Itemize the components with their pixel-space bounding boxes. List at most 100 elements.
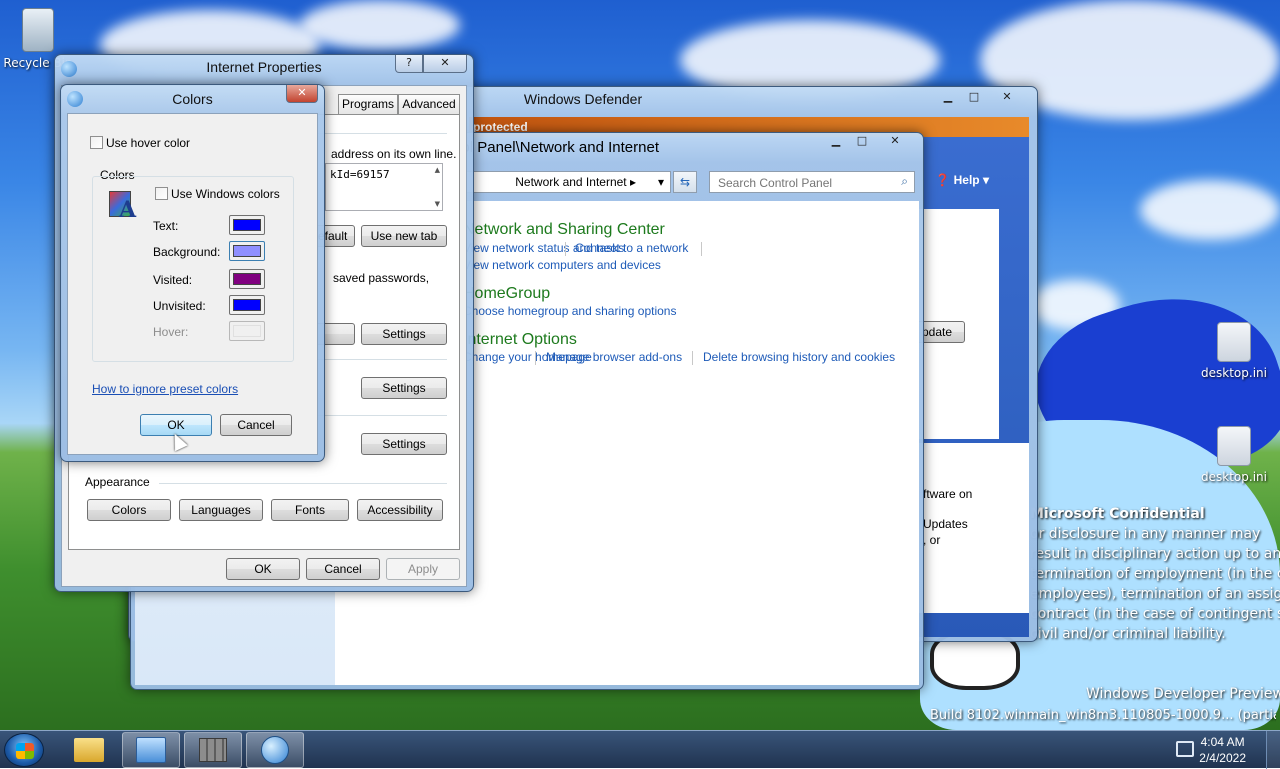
taskbar-internet-properties[interactable] — [246, 732, 304, 768]
scroll-down-icon[interactable]: ▼ — [435, 200, 440, 208]
breadcrumb-item[interactable]: Network and Internet — [515, 175, 626, 189]
build-line: Build 8102.winmain_win8m3.110805-1000.9.… — [930, 708, 1276, 723]
help-menu[interactable]: ❓ Help ▾ — [935, 173, 989, 187]
network-icon[interactable] — [1176, 741, 1194, 757]
unvisited-color-swatch[interactable] — [229, 295, 265, 315]
taskbar: 4:04 AM 2/4/2022 — [0, 730, 1280, 769]
search-settings-button[interactable]: Settings — [361, 377, 447, 399]
appearance-group-label: Appearance — [85, 475, 150, 489]
watermark-line: or disclosure in any manner may — [1030, 526, 1261, 542]
close-button[interactable]: ✕ — [875, 133, 915, 151]
taskbar-windows-defender[interactable] — [184, 732, 242, 768]
scroll-up-icon[interactable]: ▲ — [435, 166, 440, 174]
refresh-icon: ⇆ — [679, 175, 691, 189]
internet-options-heading[interactable]: Internet Options — [463, 331, 577, 349]
languages-button[interactable]: Languages — [179, 499, 263, 521]
help-button[interactable]: ? — [395, 55, 423, 73]
chevron-down-icon[interactable]: ▾ — [658, 175, 664, 189]
use-windows-colors-checkbox[interactable] — [155, 187, 168, 200]
search-box[interactable]: ⌕ — [709, 171, 915, 193]
search-input[interactable] — [716, 175, 886, 191]
manage-addons-link[interactable]: Manage browser add-ons — [546, 350, 682, 364]
watermark-line: employees), termination of an assignment… — [1030, 586, 1280, 602]
search-icon: ⌕ — [901, 174, 908, 188]
background-color-label: Background: — [153, 245, 221, 259]
defender-info-panel: ftware on Updates , or — [919, 443, 1029, 613]
tab-advanced[interactable]: Advanced — [398, 94, 460, 114]
desktop-ini-label: desktop.ini — [1201, 366, 1267, 380]
link-separator — [535, 351, 536, 365]
ok-button[interactable]: OK — [226, 558, 300, 580]
tab-programs[interactable]: Programs — [338, 94, 398, 114]
use-hover-color-checkbox[interactable] — [90, 136, 103, 149]
defender-wall-icon — [199, 738, 227, 762]
view-network-computers-link[interactable]: View network computers and devices — [463, 258, 661, 272]
clock[interactable]: 4:04 AM 2/4/2022 — [1199, 734, 1246, 766]
desktop-ini-file-1[interactable]: desktop.ini — [1196, 322, 1272, 380]
unvisited-color-fill — [233, 299, 261, 311]
folder-icon — [74, 738, 104, 762]
caption-buttons: ✕ — [286, 85, 318, 103]
close-button[interactable]: ✕ — [423, 55, 467, 73]
windows-logo-icon — [16, 743, 34, 759]
browsing-history-text: saved passwords, — [333, 271, 430, 285]
build-line: Windows Developer Preview — [1086, 686, 1280, 702]
delete-history-link[interactable]: Delete browsing history and cookies — [703, 350, 895, 364]
homegroup-heading[interactable]: HomeGroup — [463, 285, 550, 303]
background-color-swatch[interactable] — [229, 241, 265, 261]
visited-color-fill — [233, 273, 261, 285]
defender-text: , or — [923, 533, 941, 547]
refresh-button[interactable]: ⇆ — [673, 171, 697, 193]
unvisited-color-label: Unvisited: — [153, 299, 206, 313]
colors-button[interactable]: Colors — [87, 499, 171, 521]
homegroup-options-link[interactable]: Choose homegroup and sharing options — [463, 304, 676, 318]
colors-dialog: Colors ✕ Use hover color Colors A Use Wi… — [60, 84, 325, 462]
text-color-swatch[interactable] — [229, 215, 265, 235]
fonts-button[interactable]: Fonts — [271, 499, 349, 521]
accessibility-button[interactable]: Accessibility — [357, 499, 443, 521]
maximize-button[interactable]: □ — [849, 133, 875, 151]
caption-buttons: ? ✕ — [395, 55, 467, 73]
clock-date: 2/4/2022 — [1199, 751, 1246, 765]
cancel-button[interactable]: Cancel — [220, 414, 292, 436]
settings-file-icon — [1217, 322, 1251, 362]
history-settings-button[interactable]: Settings — [361, 323, 447, 345]
link-separator — [565, 242, 566, 256]
cancel-button[interactable]: Cancel — [306, 558, 380, 580]
visited-color-swatch[interactable] — [229, 269, 265, 289]
group-divider — [159, 483, 447, 484]
minimize-button[interactable]: ▁ — [935, 89, 961, 107]
home-page-textarea[interactable]: kId=69157 ▲ ▼ — [325, 163, 443, 211]
ignore-preset-colors-link[interactable]: How to ignore preset colors — [92, 382, 238, 396]
use-new-tab-button[interactable]: Use new tab — [361, 225, 447, 247]
connect-to-network-link[interactable]: Connect to a network — [575, 241, 688, 255]
apply-button[interactable]: Apply — [386, 558, 460, 580]
defender-text: Updates — [923, 517, 968, 531]
internet-options-icon — [261, 736, 289, 764]
breadcrumb[interactable]: Network and Internet ▸ — [515, 175, 636, 189]
taskbar-control-panel[interactable] — [122, 732, 180, 768]
caption-buttons: ▁ □ ✕ — [823, 133, 915, 151]
desktop-ini-label: desktop.ini — [1201, 470, 1267, 484]
minimize-button[interactable]: ▁ — [823, 133, 849, 151]
close-button[interactable]: ✕ — [286, 85, 318, 103]
desktop-ini-file-2[interactable]: desktop.ini — [1196, 426, 1272, 484]
network-sharing-center-heading[interactable]: Network and Sharing Center — [463, 221, 665, 239]
maximize-button[interactable]: □ — [961, 89, 987, 107]
text-color-label: Text: — [153, 219, 179, 233]
show-desktop-button[interactable] — [1266, 731, 1280, 769]
watermark-line: contract (in the case of contingent staf… — [1030, 606, 1280, 622]
background-color-fill — [233, 245, 261, 257]
link-separator — [701, 242, 702, 256]
control-panel-icon — [136, 737, 166, 763]
caption-buttons: ▁ □ ✕ — [935, 89, 1027, 107]
taskbar-explorer[interactable] — [60, 732, 118, 768]
close-button[interactable]: ✕ — [987, 89, 1027, 107]
hover-color-fill — [233, 325, 261, 337]
colors-palette-icon: A — [107, 187, 139, 223]
dialog-title: Colors — [172, 91, 213, 107]
start-button[interactable] — [4, 733, 44, 767]
tabs-settings-button[interactable]: Settings — [361, 433, 447, 455]
cloud — [300, 0, 460, 50]
watermark-line: termination of employment (in the case o… — [1030, 566, 1280, 582]
